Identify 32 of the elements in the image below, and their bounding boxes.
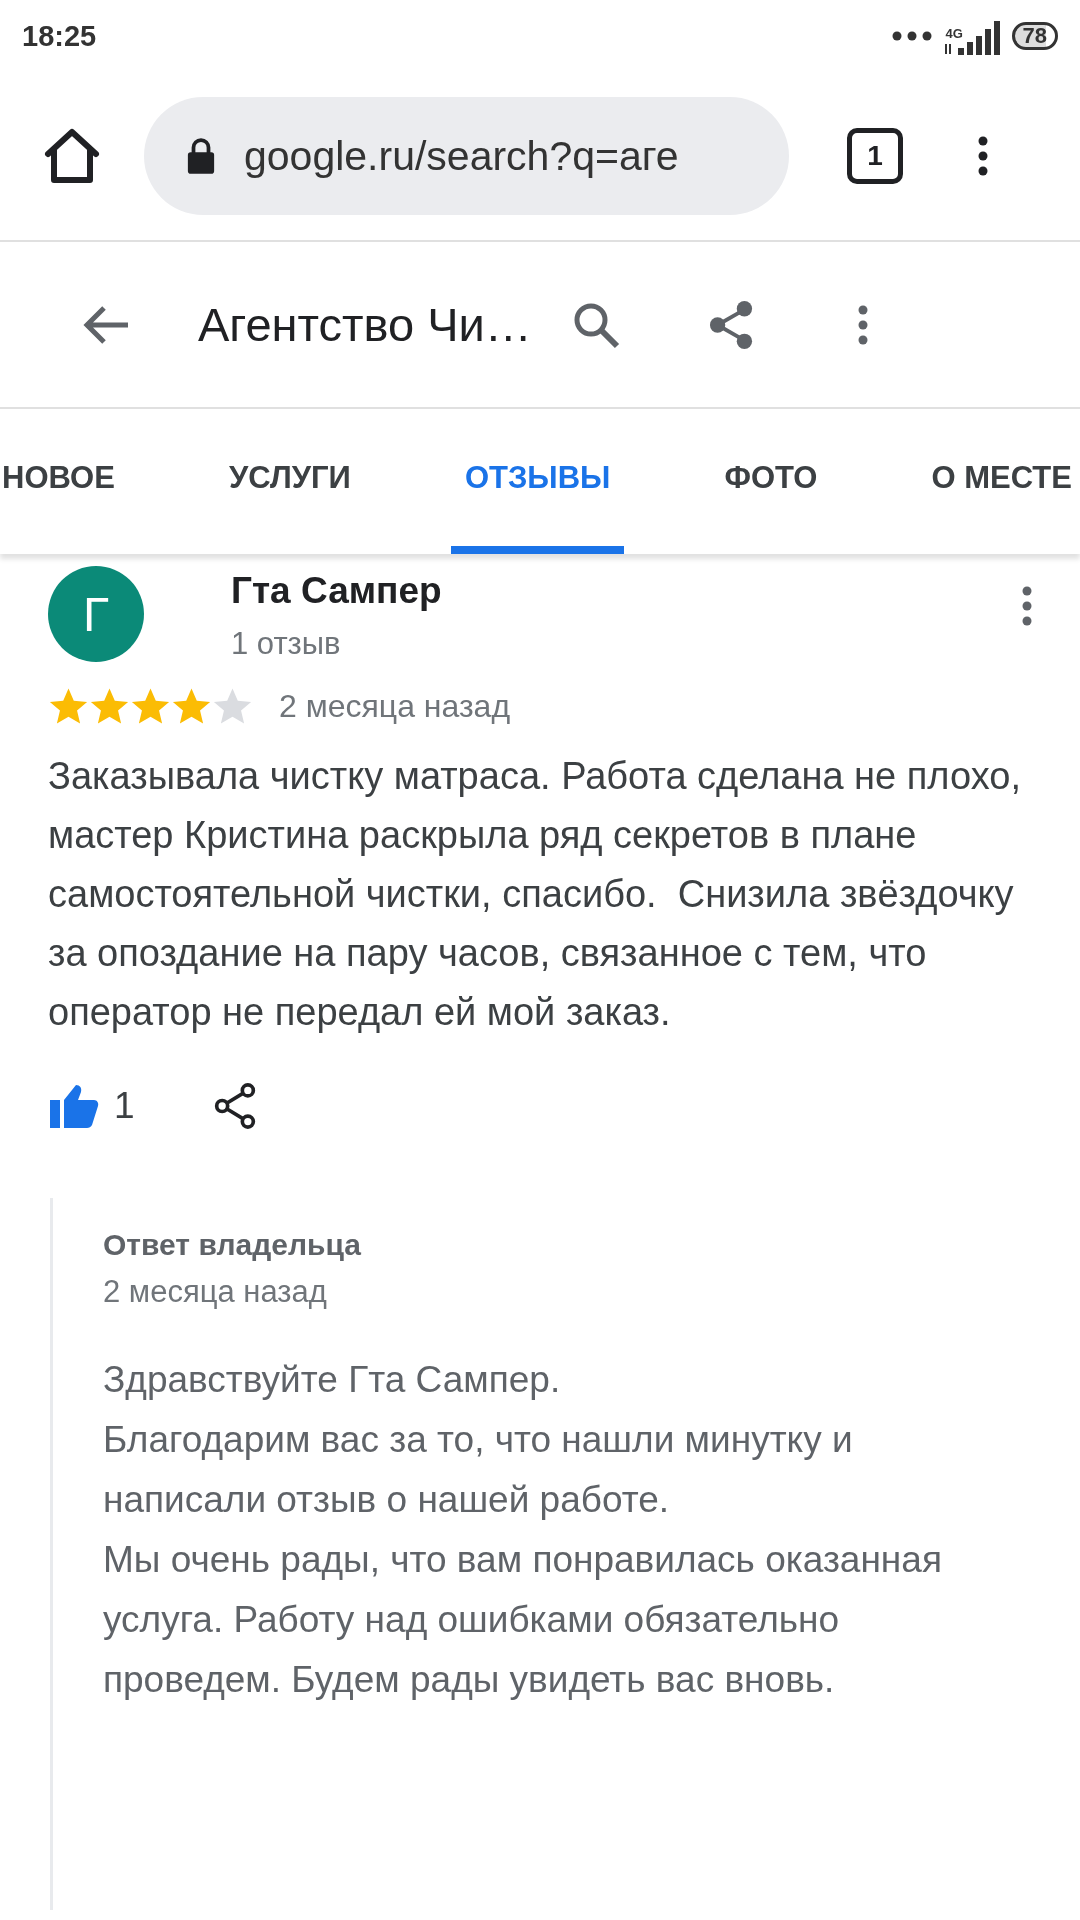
network-type: 4G: [945, 26, 963, 41]
place-title: Агентство Чи…: [198, 297, 533, 352]
more-options-icon[interactable]: [858, 304, 868, 345]
tab[interactable]: ФОТО: [710, 409, 832, 554]
reply-text: Благодарим вас за то, что нашли минутку и написали отзыв о нашей работе.: [103, 1418, 854, 1522]
lock-icon: [186, 137, 216, 175]
more-options-icon[interactable]: [1022, 586, 1032, 626]
tab[interactable]: О МЕСТЕ: [917, 409, 1080, 554]
review-time: 2 месяца назад: [279, 688, 511, 725]
address-bar[interactable]: google.ru/search?q=аге: [144, 97, 789, 215]
share-icon[interactable]: [708, 299, 754, 350]
tab[interactable]: ОТЗЫВЫ: [450, 409, 625, 554]
like-count: 1: [114, 1085, 135, 1127]
thumbs-up-icon[interactable]: [48, 1082, 100, 1130]
home-icon[interactable]: [42, 128, 102, 184]
reply-text: Мы очень рады, что вам понравилась оказанная услуга. Работу над ошибками обязательно проведем. Будем рады увидеть вас вновь.: [103, 1538, 943, 1702]
review-count: 1 отзыв: [231, 626, 342, 662]
owner-reply-title: Ответ владельца: [103, 1228, 362, 1262]
tab[interactable]: НОВОЕ: [0, 409, 129, 554]
more-icon: [891, 31, 932, 41]
reply-time: 2 месяца назад: [103, 1274, 328, 1310]
battery-indicator: 78: [1011, 22, 1058, 50]
tab[interactable]: УСЛУГИ: [215, 409, 365, 554]
menu-icon[interactable]: [978, 136, 988, 176]
review-text: Заказывала чистку матраса. Работа сделана не плохо, мастер Кристина раскрыла ряд секретов в плане самостоятельной чистки, спасибо. Снизила звёздочку за опоздание на пару часов, связанное с тем, что оператор не передал ей мой заказ.: [48, 754, 1022, 1035]
back-arrow-icon[interactable]: [82, 304, 130, 345]
reply-text: Здравствуйте Гта Сампер.: [103, 1358, 562, 1402]
share-icon[interactable]: [212, 1082, 257, 1130]
reviewer-name: Гта Сампер: [231, 570, 442, 612]
tab-switcher-button[interactable]: 1: [847, 128, 903, 184]
status-time: 18:25: [22, 19, 97, 53]
avatar: Г: [48, 566, 144, 662]
